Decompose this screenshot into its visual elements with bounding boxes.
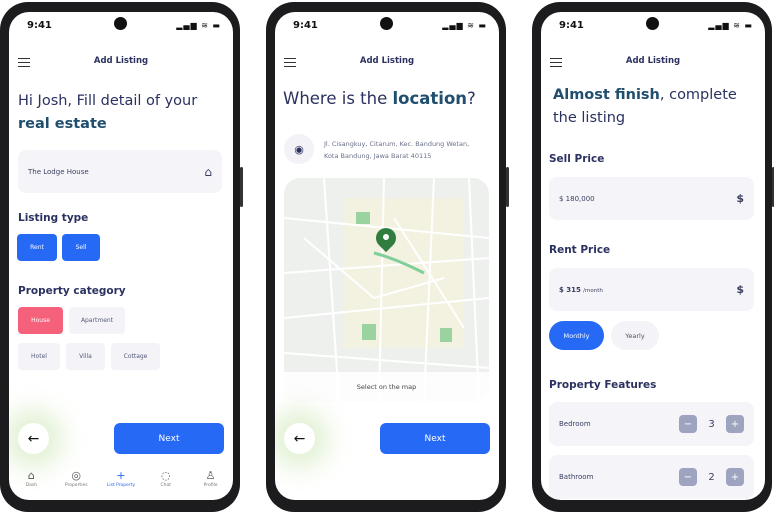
back-button[interactable]: ← xyxy=(284,423,315,454)
screen: 9:41 ▂▄▆ ≋ ▬ Add Listing Where is the lo… xyxy=(275,12,499,500)
bottom-nav: ⌂ Dash ◎ Properties + List Property ◌ Chat ♙… xyxy=(9,468,233,488)
increment-button[interactable]: + xyxy=(726,415,744,433)
rent-price-input[interactable]: $ 315 /month $ xyxy=(549,268,754,311)
location-pin-icon: ◉ xyxy=(284,134,314,164)
status-time: 9:41 xyxy=(27,20,52,31)
nav-label: Chat xyxy=(160,483,172,488)
category-villa[interactable]: Villa xyxy=(66,343,105,370)
status-time: 9:41 xyxy=(559,20,584,31)
address-text: Jl. Cisangkuy, Citarum, Kec. Bandung Wet… xyxy=(324,140,470,160)
nav-label: Profile xyxy=(203,483,218,488)
camera xyxy=(646,17,659,30)
listing-type-label: Listing type xyxy=(18,212,89,224)
home-icon: ⌂ xyxy=(27,469,35,482)
nav-list-property[interactable]: + List Property xyxy=(101,468,141,488)
house-icon: ⌂ xyxy=(204,164,212,179)
property-name-value: The Lodge House xyxy=(28,167,89,176)
listing-type-sell[interactable]: Sell xyxy=(62,234,100,261)
arrow-left-icon: ← xyxy=(293,430,306,447)
rent-price-label: Rent Price xyxy=(549,244,611,256)
user-icon: ♙ xyxy=(205,469,216,482)
category-apartment[interactable]: Apartment xyxy=(69,307,125,334)
next-button[interactable]: Next xyxy=(380,423,490,454)
feature-row-bathroom: Bathroom − 2 + xyxy=(549,455,754,499)
status-icons: ▂▄▆ ≋ ▬ xyxy=(176,21,221,30)
phone-location: 9:41 ▂▄▆ ≋ ▬ Add Listing Where is the lo… xyxy=(266,2,509,512)
phone-listing-details: 9:41 ▂▄▆ ≋ ▬ Add Listing Hi Josh, Fill d… xyxy=(0,2,243,512)
page-title: Almost finish, complete the listing xyxy=(553,87,737,126)
decrement-button[interactable]: − xyxy=(679,415,697,433)
nav-dash[interactable]: ⌂ Dash xyxy=(11,468,51,488)
page-title: Hi Josh, Fill detail of your real estate xyxy=(18,93,198,132)
feature-count: 2 xyxy=(708,471,715,483)
header-title: Add Listing xyxy=(625,56,681,66)
property-name-input[interactable]: The Lodge House ⌂ xyxy=(18,150,222,193)
feature-row-bedroom: Bedroom − 3 + xyxy=(549,402,754,446)
next-button[interactable]: Next xyxy=(114,423,224,454)
category-hotel[interactable]: Hotel xyxy=(18,343,60,370)
category-house[interactable]: House xyxy=(18,307,63,334)
nav-label: List Property xyxy=(106,483,136,488)
feature-count: 3 xyxy=(708,418,715,430)
header-title: Add Listing xyxy=(359,56,415,66)
status-time: 9:41 xyxy=(293,20,318,31)
sell-price-value: $ 180,000 xyxy=(559,194,595,203)
period-yearly[interactable]: Yearly xyxy=(611,321,659,350)
map[interactable]: Select on the map xyxy=(284,178,489,402)
dollar-icon: $ xyxy=(736,192,744,205)
category-cottage[interactable]: Cottage xyxy=(111,343,160,370)
nav-label: Dash xyxy=(25,483,38,488)
location-pin-icon: ◎ xyxy=(71,469,81,482)
screen: 9:41 ▂▄▆ ≋ ▬ Add Listing Hi Josh, Fill d… xyxy=(9,12,233,500)
arrow-left-icon: ← xyxy=(27,430,40,447)
nav-profile[interactable]: ♙ Profile xyxy=(191,468,231,488)
category-label: Property category xyxy=(18,285,126,297)
page-title: Where is the location? xyxy=(283,89,476,108)
dollar-icon: $ xyxy=(736,283,744,296)
features-label: Property Features xyxy=(549,379,657,391)
listing-type-rent[interactable]: Rent xyxy=(17,234,57,261)
nav-chat[interactable]: ◌ Chat xyxy=(146,468,186,488)
feature-name: Bedroom xyxy=(559,420,591,428)
status-icons: ▂▄▆ ≋ ▬ xyxy=(442,21,487,30)
map-streets xyxy=(284,178,489,402)
header-title: Add Listing xyxy=(93,56,149,66)
plus-icon: + xyxy=(116,469,126,482)
nav-properties[interactable]: ◎ Properties xyxy=(56,468,96,488)
map-hint: Select on the map xyxy=(284,372,489,402)
phone-pricing: 9:41 ▂▄▆ ≋ ▬ Add Listing Almost finish, … xyxy=(532,2,774,512)
back-button[interactable]: ← xyxy=(18,423,49,454)
feature-name: Bathroom xyxy=(559,473,594,481)
camera xyxy=(380,17,393,30)
sell-price-label: Sell Price xyxy=(549,153,605,165)
chat-icon: ◌ xyxy=(160,469,171,482)
nav-label: Properties xyxy=(64,483,88,488)
screen: 9:41 ▂▄▆ ≋ ▬ Add Listing Almost finish, … xyxy=(541,12,765,500)
sell-price-input[interactable]: $ 180,000 $ xyxy=(549,177,754,220)
rent-price-value: $ 315 /month xyxy=(559,285,603,294)
status-icons: ▂▄▆ ≋ ▬ xyxy=(708,21,753,30)
increment-button[interactable]: + xyxy=(726,468,744,486)
marker-dot xyxy=(383,234,389,240)
camera xyxy=(114,17,127,30)
decrement-button[interactable]: − xyxy=(679,468,697,486)
period-monthly[interactable]: Monthly xyxy=(549,321,604,350)
